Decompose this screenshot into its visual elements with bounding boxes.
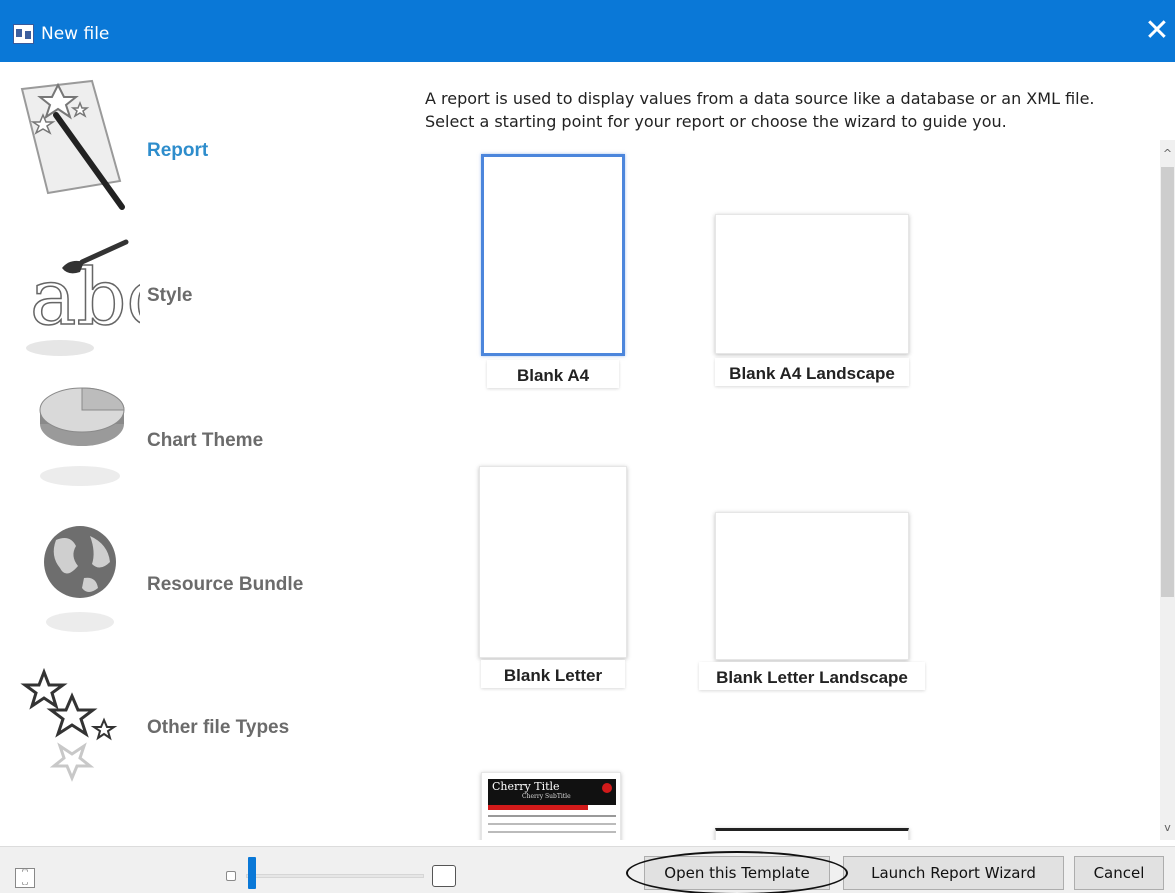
globe-icon xyxy=(44,526,116,632)
description-line: A report is used to display values from … xyxy=(425,89,1095,108)
category-label: Report xyxy=(147,140,209,161)
description-line: Select a starting point for your report … xyxy=(425,112,1007,131)
template-thumbnail xyxy=(715,512,909,660)
svg-text:abc: abc xyxy=(30,253,140,343)
scrollbar-thumb[interactable] xyxy=(1161,167,1174,597)
category-chart-theme[interactable]: Chart Theme xyxy=(0,372,390,512)
report-icon xyxy=(20,79,125,210)
scroll-up-icon[interactable]: ^ xyxy=(1160,144,1175,164)
category-style[interactable]: abc Style xyxy=(0,228,390,368)
cherry-header: Cherry Title Cherry SubTitle xyxy=(488,779,616,805)
template-label: Blank A4 xyxy=(487,360,619,388)
template-gallery: Blank A4 Blank A4 Landscape Blank Letter… xyxy=(449,146,1160,840)
zoom-slider-track[interactable] xyxy=(246,874,424,878)
launch-wizard-button[interactable]: Launch Report Wizard xyxy=(843,856,1064,890)
vertical-scrollbar[interactable]: ^ v xyxy=(1160,140,1175,840)
zoom-large-icon xyxy=(432,865,456,887)
style-icon: abc xyxy=(26,239,140,356)
cancel-button[interactable]: Cancel xyxy=(1074,856,1164,890)
cherry-icon xyxy=(602,783,612,793)
template-label: Blank Letter Landscape xyxy=(699,662,925,690)
app-icon xyxy=(13,24,34,44)
cherry-title: Cherry Title xyxy=(492,780,560,793)
cherry-subtitle: Cherry SubTitle xyxy=(522,793,571,800)
category-report[interactable]: Report xyxy=(0,75,390,215)
category-label: Other file Types xyxy=(147,717,290,738)
template-blank-a4[interactable]: Blank A4 xyxy=(479,154,627,389)
close-button[interactable]: ✕ xyxy=(1139,14,1175,50)
template-label: Blank A4 Landscape xyxy=(715,358,909,386)
template-cherry[interactable]: Cherry Title Cherry SubTitle xyxy=(479,770,627,840)
category-resource-bundle[interactable]: Resource Bundle xyxy=(0,516,390,656)
title-bar: New file ✕ xyxy=(0,0,1175,62)
cherry-band xyxy=(488,805,588,810)
open-template-button[interactable]: Open this Template xyxy=(644,856,830,890)
description: A report is used to display values from … xyxy=(425,87,1165,133)
cherry-line xyxy=(488,823,616,825)
template-blank-letter[interactable]: Blank Letter xyxy=(477,464,627,696)
zoom-small-icon xyxy=(226,871,236,881)
template-thumbnail xyxy=(715,214,909,354)
template-thumbnail: Cherry Title Cherry SubTitle xyxy=(481,772,621,840)
cherry-line xyxy=(488,831,616,833)
window-title: New file xyxy=(41,24,110,44)
template-blank-letter-landscape[interactable]: Blank Letter Landscape xyxy=(699,510,929,696)
template-partial[interactable] xyxy=(715,828,909,840)
cherry-line xyxy=(488,815,616,817)
category-label: Style xyxy=(147,285,193,306)
zoom-slider-handle[interactable] xyxy=(248,857,256,889)
template-thumbnail xyxy=(715,828,909,840)
category-other-file-types[interactable]: Other file Types xyxy=(0,660,390,800)
template-thumbnail xyxy=(481,154,625,356)
scroll-down-icon[interactable]: v xyxy=(1160,818,1175,838)
chart-theme-icon xyxy=(39,387,125,486)
stars-icon xyxy=(20,667,118,782)
category-label: Chart Theme xyxy=(147,430,264,451)
template-blank-a4-landscape[interactable]: Blank A4 Landscape xyxy=(709,214,914,389)
fit-to-size-icon[interactable]: ⌜⌝ ⌞⌟ xyxy=(15,868,35,888)
template-label: Blank Letter xyxy=(481,660,625,688)
category-label: Resource Bundle xyxy=(147,574,304,595)
template-thumbnail xyxy=(479,466,627,658)
